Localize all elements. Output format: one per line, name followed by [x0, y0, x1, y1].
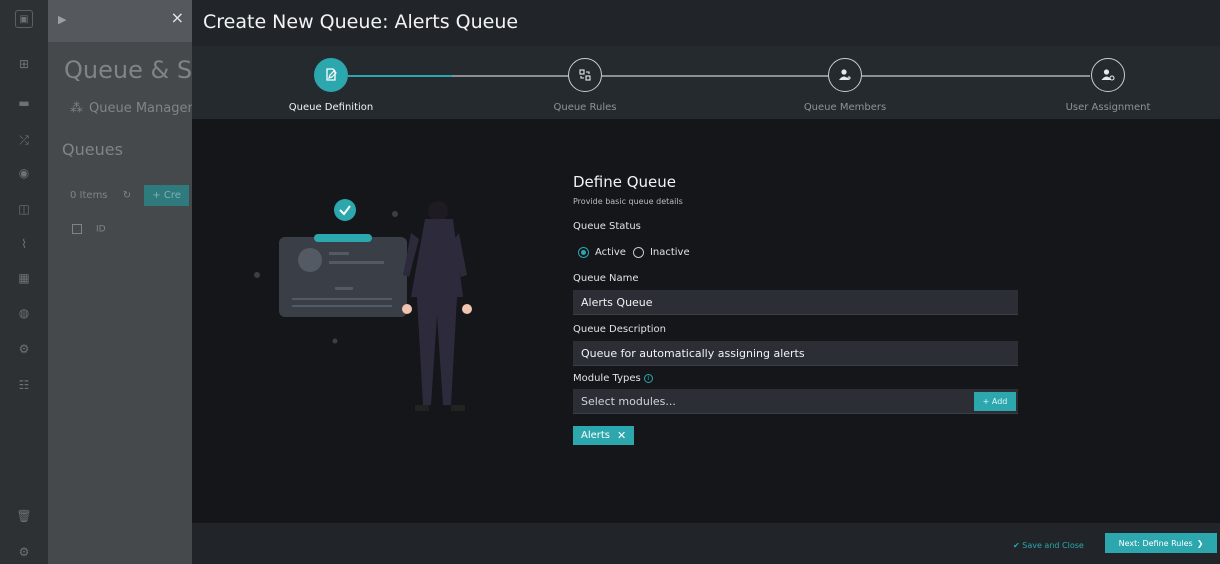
queue-name-input[interactable]: Alerts Queue — [573, 290, 1018, 315]
trash-icon[interactable]: 🗑 — [14, 506, 34, 526]
form-subtitle: Provide basic queue details — [573, 197, 683, 206]
select-all-checkbox[interactable] — [72, 224, 82, 234]
dashboard-icon[interactable]: ⊞ — [14, 54, 34, 74]
background-section-title: Queues — [62, 140, 123, 159]
save-and-close-button[interactable]: ✔ Save and Close — [1013, 541, 1084, 550]
briefcase-icon[interactable]: ◫ — [14, 199, 34, 219]
modal-footer: ✔ Save and Close Next: Define Rules ❯ — [192, 523, 1220, 564]
background-toolbar: 0 Items ↻ + Cre — [70, 185, 189, 206]
create-button[interactable]: + Cre — [144, 185, 189, 206]
module-tag-alerts: Alerts ✕ — [573, 426, 635, 445]
settings-icon[interactable]: ⚙ — [14, 339, 34, 359]
queue-status-radio-group: Active Inactive — [578, 247, 1018, 258]
check-icon: ✔ — [1013, 541, 1023, 550]
modal-title: Create New Queue: Alerts Queue — [203, 11, 519, 33]
queue-name-label: Queue Name — [573, 273, 639, 284]
status-inactive-radio[interactable] — [632, 247, 644, 258]
target-icon[interactable]: ◉ — [14, 163, 34, 183]
next-define-rules-button[interactable]: Next: Define Rules ❯ — [1105, 533, 1217, 553]
close-icon[interactable]: × — [171, 8, 184, 27]
status-inactive-label: Inactive — [649, 247, 690, 258]
step-label: User Assignment — [1065, 102, 1151, 113]
queue-management-icon: ⁂ — [70, 101, 83, 116]
queue-illustration — [254, 199, 472, 411]
module-select-wrapper: Select modules... + Add — [573, 389, 1018, 414]
info-icon[interactable]: i — [643, 373, 653, 383]
car-icon[interactable]: ▬ — [14, 93, 34, 113]
module-types-label: Module Types i — [573, 373, 1018, 384]
module-tags: Alerts ✕ — [573, 423, 1018, 445]
grid-icon[interactable]: ▦ — [14, 268, 34, 288]
module-select-input[interactable]: Select modules... — [573, 389, 1018, 414]
globe-icon[interactable]: ◍ — [14, 303, 34, 323]
step-label: Queue Definition — [288, 102, 374, 113]
status-active-label: Active — [595, 247, 626, 258]
step-queue-definition[interactable]: Queue Definition — [241, 58, 421, 113]
shuffle-icon[interactable]: ⤮ — [14, 130, 34, 150]
left-icon-rail: ▣ ⊞ ▬ ⤮ ◉ ◫ ⌇ ▦ ◍ ⚙ ☷ 🗑 ⚙ — [0, 0, 48, 564]
step-queue-members[interactable]: Queue Members — [755, 58, 935, 113]
queue-status-label: Queue Status — [573, 221, 641, 232]
edit-doc-icon — [314, 58, 348, 92]
wizard-stepper: Queue Definition Queue Rules Queue Membe… — [192, 46, 1220, 119]
add-module-button[interactable]: + Add — [974, 392, 1016, 411]
modal-body: Define Queue Provide basic queue details… — [192, 119, 1220, 523]
user-settings-icon — [1091, 58, 1125, 92]
remove-tag-icon[interactable]: ✕ — [617, 429, 626, 442]
background-panel: ▶ × — [48, 0, 198, 564]
background-title: Queue & S — [64, 56, 193, 84]
step-label: Queue Members — [803, 102, 887, 113]
status-active-radio[interactable] — [578, 247, 589, 258]
queue-description-label: Queue Description — [573, 324, 666, 335]
background-breadcrumb[interactable]: ⁂ Queue Managem — [70, 101, 200, 116]
rules-icon — [568, 58, 602, 92]
step-user-assignment[interactable]: User Assignment — [1018, 58, 1198, 113]
step-label: Queue Rules — [553, 102, 617, 113]
expand-arrow-icon[interactable]: ▶ — [58, 13, 66, 26]
table-header: ID — [72, 224, 106, 235]
define-queue-form: Define Queue Provide basic queue details… — [573, 173, 1018, 445]
modal-header: Create New Queue: Alerts Queue — [192, 0, 1220, 46]
users-icon[interactable]: ☷ — [14, 375, 34, 395]
step-queue-rules[interactable]: Queue Rules — [495, 58, 675, 113]
gear-icon[interactable]: ⚙ — [14, 542, 34, 562]
items-count: 0 Items — [70, 190, 108, 201]
form-title: Define Queue — [573, 173, 677, 191]
chevron-right-icon: ❯ — [1196, 538, 1204, 548]
app-logo-icon: ▣ — [15, 10, 33, 28]
create-queue-modal: Create New Queue: Alerts Queue Queue Def… — [192, 0, 1220, 564]
queue-description-input[interactable]: Queue for automatically assigning alerts — [573, 341, 1018, 366]
refresh-icon[interactable]: ↻ — [123, 190, 131, 201]
chart-icon[interactable]: ⌇ — [14, 234, 34, 254]
add-user-icon — [828, 58, 862, 92]
